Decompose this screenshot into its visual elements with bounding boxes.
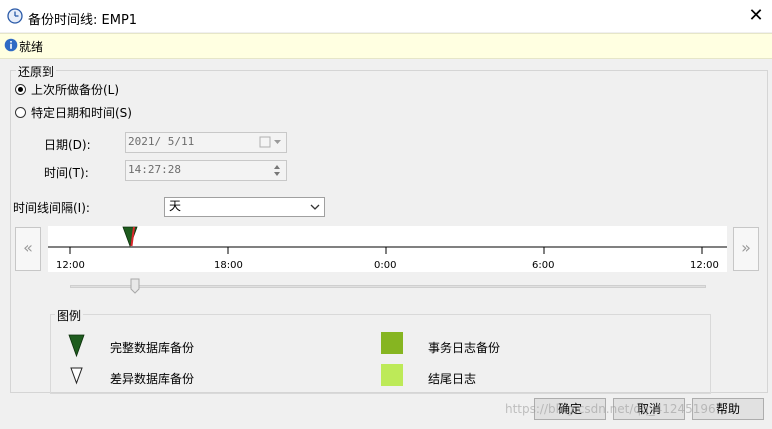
full-backup-legend-text: 完整数据库备份 <box>110 341 195 355</box>
restore-to-label: 还原到 <box>16 63 57 80</box>
diff-backup-legend-icon <box>70 367 83 385</box>
full-backup-legend-icon <box>68 334 85 358</box>
log-backup-legend-text: 事务日志备份 <box>428 341 501 355</box>
date-label: 日期(D): <box>44 138 91 152</box>
tick-label: 6:00 <box>532 260 555 271</box>
last-backup-radio[interactable] <box>15 84 26 95</box>
full-backup-marker[interactable] <box>122 226 140 248</box>
clock-icon <box>7 8 23 24</box>
tick-label: 12:00 <box>56 260 85 271</box>
interval-selected-value: 天 <box>169 199 182 213</box>
time-field[interactable]: 14:27:28 <box>125 160 287 181</box>
time-label: 时间(T): <box>44 166 89 180</box>
specific-time-radio[interactable] <box>15 107 26 118</box>
tick-label: 18:00 <box>214 260 243 271</box>
tail-log-legend-text: 结尾日志 <box>428 372 477 386</box>
chevron-down-icon <box>310 204 320 210</box>
log-backup-swatch <box>381 332 403 354</box>
date-value: 2021/ 5/11 <box>128 135 195 148</box>
last-backup-label[interactable]: 上次所做备份(L) <box>31 81 119 98</box>
interval-select[interactable]: 天 <box>164 197 325 217</box>
timeline-prev-button[interactable]: « <box>15 227 41 271</box>
next-label: » <box>741 238 751 257</box>
close-icon[interactable]: ✕ <box>745 5 767 27</box>
legend-label: 图例 <box>55 307 84 324</box>
time-spinner-icon[interactable] <box>270 162 284 179</box>
prev-label: « <box>23 238 33 257</box>
watermark-text: https://blog.csdn.net/qq_41245196 <box>505 402 716 416</box>
time-value: 14:27:28 <box>128 163 181 176</box>
diff-backup-legend-text: 差异数据库备份 <box>110 372 195 386</box>
timeline-axis <box>48 246 727 254</box>
timeline-next-button[interactable]: » <box>733 227 759 271</box>
interval-label: 时间线间隔(I): <box>13 201 90 215</box>
tick-label: 0:00 <box>374 260 397 271</box>
window-title: 备份时间线: EMP1 <box>28 13 138 28</box>
status-bar <box>0 33 772 59</box>
calendar-dropdown-icon[interactable] <box>259 136 285 149</box>
tail-log-swatch <box>381 364 403 386</box>
timeline-slider-thumb[interactable] <box>130 278 140 294</box>
timeline-slider-track[interactable] <box>70 285 706 288</box>
info-icon <box>4 38 18 52</box>
status-text: 就绪 <box>19 40 44 54</box>
radio-selected-dot <box>18 87 23 92</box>
tick-label: 12:00 <box>690 260 719 271</box>
specific-time-label[interactable]: 特定日期和时间(S) <box>31 104 132 121</box>
